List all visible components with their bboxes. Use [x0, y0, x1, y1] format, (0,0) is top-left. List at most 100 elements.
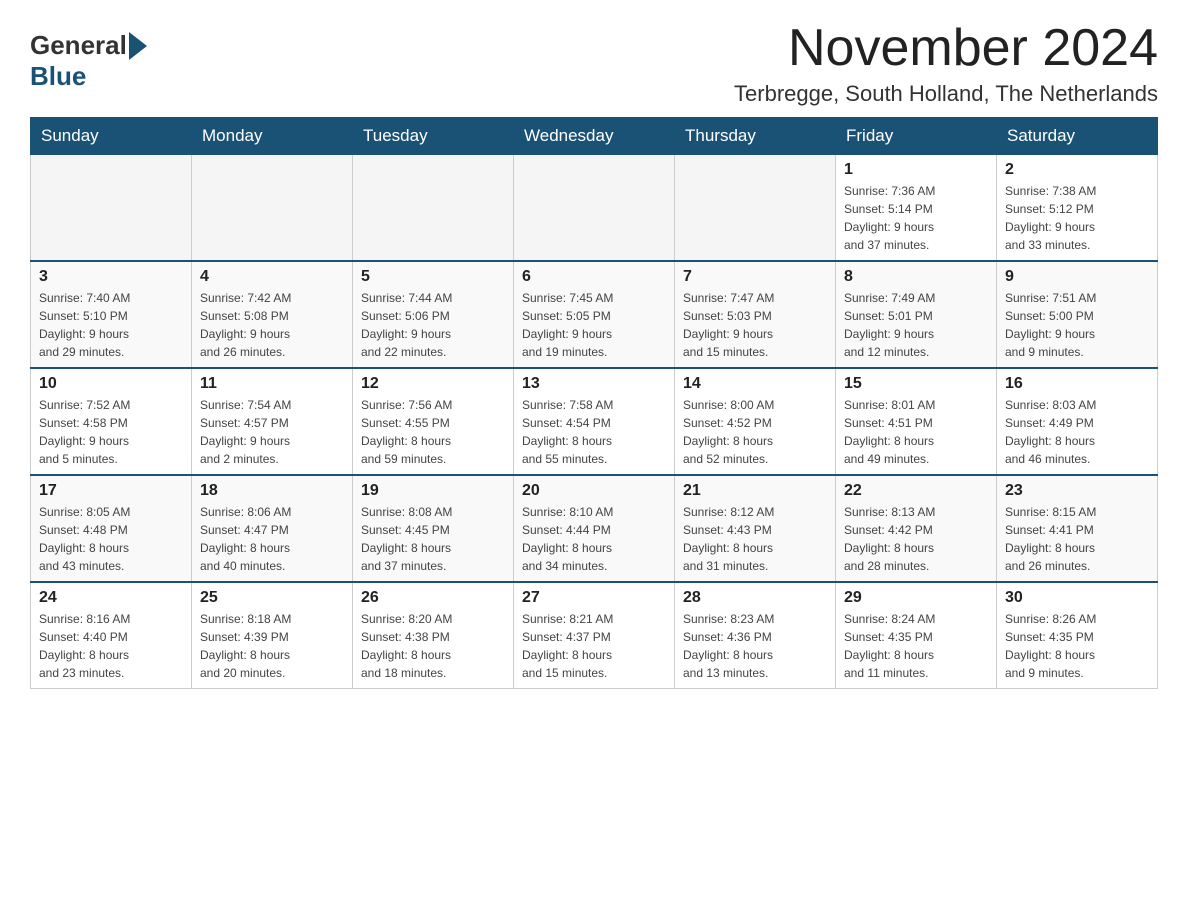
day-number: 23 — [1005, 482, 1149, 500]
day-number: 17 — [39, 482, 183, 500]
calendar-cell: 13Sunrise: 7:58 AM Sunset: 4:54 PM Dayli… — [514, 368, 675, 475]
calendar-cell: 19 Sunrise: 8:08 AM Sunset: 4:45 PM Dayli… — [353, 475, 514, 582]
day-number: 13 — [522, 375, 666, 393]
calendar-cell — [192, 155, 353, 262]
day-number: 21 — [683, 482, 827, 500]
calendar-cell — [353, 155, 514, 262]
day-number: 14 — [683, 375, 827, 393]
calendar-cell: 8 Sunrise: 7:49 AM Sunset: 5:01 PM Daylig… — [836, 261, 997, 368]
day-number: 7 — [683, 268, 827, 286]
day-number: 8 — [844, 268, 988, 286]
month-title: November 2024 — [734, 20, 1158, 77]
day-info: Sunrise: 8:24 AM Sunset: 4:35 PM Dayligh… — [844, 610, 988, 682]
header-thursday: Thursday — [675, 118, 836, 155]
day-info: Sunrise: 8:16 AM Sunset: 4:40 PM Dayligh… — [39, 610, 183, 682]
calendar-cell: 1 Sunrise: 7:36 AM Sunset: 5:14 PM Daylig… — [836, 155, 997, 262]
day-number: 27 — [522, 589, 666, 607]
location-title: Terbregge, South Holland, The Netherland… — [734, 81, 1158, 107]
day-info: Sunrise: 7:42 AM Sunset: 5:08 PM Dayligh… — [200, 289, 344, 361]
calendar-cell: 29 Sunrise: 8:24 AM Sunset: 4:35 PM Dayli… — [836, 582, 997, 689]
day-number: 29 — [844, 589, 988, 607]
calendar-cell: 20Sunrise: 8:10 AM Sunset: 4:44 PM Dayli… — [514, 475, 675, 582]
calendar-cell — [31, 155, 192, 262]
header-sunday: Sunday — [31, 118, 192, 155]
day-info: Sunrise: 8:20 AM Sunset: 4:38 PM Dayligh… — [361, 610, 505, 682]
day-info: Sunrise: 8:21 AM Sunset: 4:37 PM Dayligh… — [522, 610, 666, 682]
day-info: Sunrise: 8:15 AM Sunset: 4:41 PM Dayligh… — [1005, 503, 1149, 575]
day-number: 24 — [39, 589, 183, 607]
day-info: Sunrise: 8:01 AM Sunset: 4:51 PM Dayligh… — [844, 396, 988, 468]
day-number: 25 — [200, 589, 344, 607]
day-number: 2 — [1005, 161, 1149, 179]
calendar-cell: 30 Sunrise: 8:26 AM Sunset: 4:35 PM Dayli… — [997, 582, 1158, 689]
day-number: 28 — [683, 589, 827, 607]
day-info: Sunrise: 8:26 AM Sunset: 4:35 PM Dayligh… — [1005, 610, 1149, 682]
day-number: 11 — [200, 375, 344, 393]
day-number: 3 — [39, 268, 183, 286]
calendar-cell: 9 Sunrise: 7:51 AM Sunset: 5:00 PM Daylig… — [997, 261, 1158, 368]
calendar-cell: 26Sunrise: 8:20 AM Sunset: 4:38 PM Dayli… — [353, 582, 514, 689]
day-info: Sunrise: 7:38 AM Sunset: 5:12 PM Dayligh… — [1005, 182, 1149, 254]
calendar-header-row: SundayMondayTuesdayWednesdayThursdayFrid… — [31, 118, 1158, 155]
header-saturday: Saturday — [997, 118, 1158, 155]
calendar-cell: 22Sunrise: 8:13 AM Sunset: 4:42 PM Dayli… — [836, 475, 997, 582]
calendar-cell: 11Sunrise: 7:54 AM Sunset: 4:57 PM Dayli… — [192, 368, 353, 475]
calendar-table: SundayMondayTuesdayWednesdayThursdayFrid… — [30, 117, 1158, 689]
day-info: Sunrise: 8:18 AM Sunset: 4:39 PM Dayligh… — [200, 610, 344, 682]
day-info: Sunrise: 7:49 AM Sunset: 5:01 PM Dayligh… — [844, 289, 988, 361]
day-info: Sunrise: 8:06 AM Sunset: 4:47 PM Dayligh… — [200, 503, 344, 575]
day-info: Sunrise: 7:45 AM Sunset: 5:05 PM Dayligh… — [522, 289, 666, 361]
day-info: Sunrise: 7:47 AM Sunset: 5:03 PM Dayligh… — [683, 289, 827, 361]
day-info: Sunrise: 7:40 AM Sunset: 5:10 PM Dayligh… — [39, 289, 183, 361]
calendar-cell: 7 Sunrise: 7:47 AM Sunset: 5:03 PM Daylig… — [675, 261, 836, 368]
day-info: Sunrise: 8:23 AM Sunset: 4:36 PM Dayligh… — [683, 610, 827, 682]
calendar-cell: 3 Sunrise: 7:40 AM Sunset: 5:10 PM Daylig… — [31, 261, 192, 368]
calendar-cell: 17 Sunrise: 8:05 AM Sunset: 4:48 PM Dayli… — [31, 475, 192, 582]
day-number: 1 — [844, 161, 988, 179]
day-info: Sunrise: 8:05 AM Sunset: 4:48 PM Dayligh… — [39, 503, 183, 575]
day-info: Sunrise: 7:56 AM Sunset: 4:55 PM Dayligh… — [361, 396, 505, 468]
calendar-cell: 10 Sunrise: 7:52 AM Sunset: 4:58 PM Dayli… — [31, 368, 192, 475]
day-number: 6 — [522, 268, 666, 286]
calendar-cell: 23 Sunrise: 8:15 AM Sunset: 4:41 PM Dayli… — [997, 475, 1158, 582]
day-number: 9 — [1005, 268, 1149, 286]
day-info: Sunrise: 8:13 AM Sunset: 4:42 PM Dayligh… — [844, 503, 988, 575]
header-tuesday: Tuesday — [353, 118, 514, 155]
day-number: 20 — [522, 482, 666, 500]
logo-blue-text: Blue — [30, 61, 86, 92]
day-info: Sunrise: 8:12 AM Sunset: 4:43 PM Dayligh… — [683, 503, 827, 575]
calendar-week-row: 3 Sunrise: 7:40 AM Sunset: 5:10 PM Daylig… — [31, 261, 1158, 368]
day-info: Sunrise: 8:08 AM Sunset: 4:45 PM Dayligh… — [361, 503, 505, 575]
header-wednesday: Wednesday — [514, 118, 675, 155]
day-info: Sunrise: 7:52 AM Sunset: 4:58 PM Dayligh… — [39, 396, 183, 468]
day-number: 30 — [1005, 589, 1149, 607]
day-number: 4 — [200, 268, 344, 286]
calendar-week-row: 10 Sunrise: 7:52 AM Sunset: 4:58 PM Dayli… — [31, 368, 1158, 475]
header-friday: Friday — [836, 118, 997, 155]
calendar-cell: 21 Sunrise: 8:12 AM Sunset: 4:43 PM Dayli… — [675, 475, 836, 582]
calendar-cell: 5 Sunrise: 7:44 AM Sunset: 5:06 PM Daylig… — [353, 261, 514, 368]
calendar-cell: 18 Sunrise: 8:06 AM Sunset: 4:47 PM Dayli… — [192, 475, 353, 582]
day-info: Sunrise: 7:36 AM Sunset: 5:14 PM Dayligh… — [844, 182, 988, 254]
calendar-week-row: 1 Sunrise: 7:36 AM Sunset: 5:14 PM Daylig… — [31, 155, 1158, 262]
calendar-week-row: 24 Sunrise: 8:16 AM Sunset: 4:40 PM Dayli… — [31, 582, 1158, 689]
day-info: Sunrise: 8:00 AM Sunset: 4:52 PM Dayligh… — [683, 396, 827, 468]
day-number: 5 — [361, 268, 505, 286]
calendar-cell — [675, 155, 836, 262]
day-number: 15 — [844, 375, 988, 393]
day-number: 12 — [361, 375, 505, 393]
calendar-cell: 27 Sunrise: 8:21 AM Sunset: 4:37 PM Dayli… — [514, 582, 675, 689]
day-number: 19 — [361, 482, 505, 500]
day-number: 10 — [39, 375, 183, 393]
day-info: Sunrise: 7:51 AM Sunset: 5:00 PM Dayligh… — [1005, 289, 1149, 361]
calendar-week-row: 17 Sunrise: 8:05 AM Sunset: 4:48 PM Dayli… — [31, 475, 1158, 582]
page-header: General Blue November 2024 Terbregge, So… — [30, 20, 1158, 107]
calendar-cell: 16Sunrise: 8:03 AM Sunset: 4:49 PM Dayli… — [997, 368, 1158, 475]
calendar-cell: 2 Sunrise: 7:38 AM Sunset: 5:12 PM Daylig… — [997, 155, 1158, 262]
day-info: Sunrise: 7:44 AM Sunset: 5:06 PM Dayligh… — [361, 289, 505, 361]
calendar-cell: 4 Sunrise: 7:42 AM Sunset: 5:08 PM Daylig… — [192, 261, 353, 368]
day-number: 18 — [200, 482, 344, 500]
calendar-cell: 28 Sunrise: 8:23 AM Sunset: 4:36 PM Dayli… — [675, 582, 836, 689]
logo: General Blue — [30, 20, 149, 92]
calendar-cell: 6 Sunrise: 7:45 AM Sunset: 5:05 PM Daylig… — [514, 261, 675, 368]
